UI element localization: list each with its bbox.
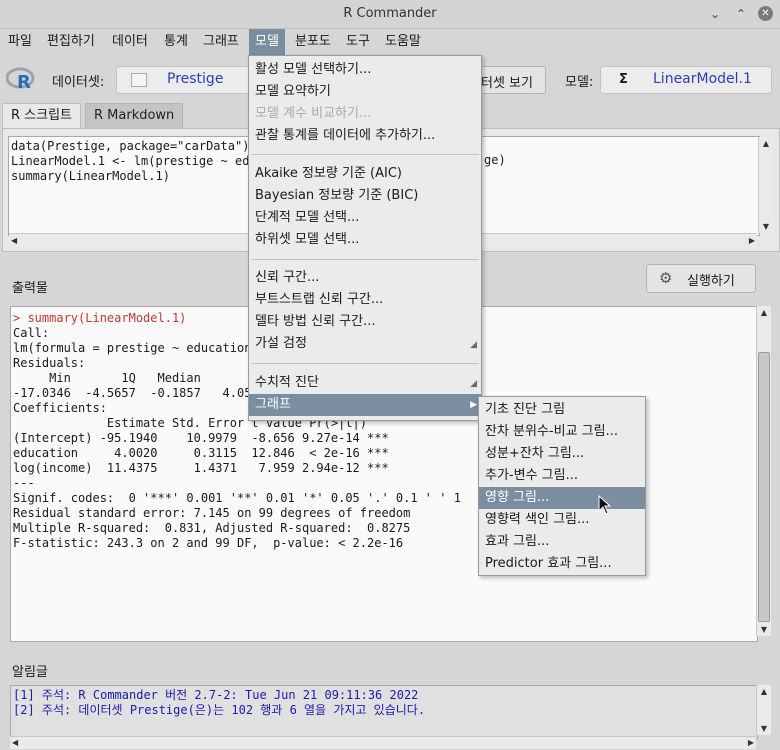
menu-separator	[251, 259, 479, 260]
minimize-icon[interactable]: ⌄	[708, 7, 722, 21]
submenu-arrow-icon: ▶	[470, 400, 477, 410]
menu-help[interactable]: 도움말	[379, 29, 427, 55]
model-label: 모델:	[565, 75, 594, 90]
submenu-item-influence-plot[interactable]: 영향 그림...	[479, 487, 645, 509]
window-title: R Commander	[343, 6, 437, 21]
submenu-item-added-variable-plots[interactable]: 추가-변수 그림...	[479, 465, 645, 487]
menu-file[interactable]: 파일	[2, 29, 38, 55]
dataset-button[interactable]: Prestige	[116, 66, 252, 94]
menu-item-aic[interactable]: Akaike 정보량 기준 (AIC)	[249, 163, 481, 185]
svg-text:R: R	[17, 72, 31, 92]
menu-bar: 파일 편집하기 데이터 통계 그래프 모델 분포도 도구 도움말	[0, 29, 780, 55]
menu-item-add-observation-stats[interactable]: 관찰 통계를 데이터에 추가하기...	[249, 125, 481, 147]
menu-edit[interactable]: 편집하기	[41, 29, 101, 55]
submenu-item-component-residual-plots[interactable]: 성분+잔차 그림...	[479, 443, 645, 465]
menu-distributions[interactable]: 분포도	[289, 29, 337, 55]
menu-item-stepwise-selection[interactable]: 단계적 모델 선택...	[249, 207, 481, 229]
output-scroll-thumb[interactable]	[758, 352, 770, 622]
message-line-1: [1] 주석: R Commander 버전 2.7-2: Tue Jun 21…	[13, 688, 419, 702]
scroll-left-icon[interactable]: ◀	[12, 738, 18, 747]
title-bar: R Commander ⌄ ⌃ ✕	[0, 0, 780, 29]
menu-item-subset-selection[interactable]: 하위셋 모델 선택...	[249, 229, 481, 251]
scroll-up-icon[interactable]: ▲	[757, 308, 771, 317]
close-icon[interactable]: ✕	[758, 6, 773, 21]
menu-item-compare-coefficients: 모델 계수 비교하기...	[255, 106, 372, 121]
message-line-2: [2] 주석: 데이터셋 Prestige(은)는 102 행과 6 열을 가지…	[13, 703, 426, 717]
submenu-item-predictor-effect-plots[interactable]: Predictor 효과 그림...	[479, 553, 645, 575]
table-icon	[131, 73, 147, 87]
submenu-item-residual-qq-plot[interactable]: 잔차 분위수-비교 그림...	[479, 421, 645, 443]
model-button[interactable]: Σ LinearModel.1	[600, 66, 772, 94]
scroll-down-icon[interactable]: ▼	[757, 625, 771, 634]
graphs-submenu: 기초 진단 그림 잔차 분위수-비교 그림... 성분+잔차 그림... 추가-…	[478, 396, 646, 576]
menu-item-label: 가설 검정	[255, 336, 307, 351]
submenu-item-basic-diagnostic-plots[interactable]: 기초 진단 그림	[479, 399, 645, 421]
dataset-label: 데이터셋:	[52, 75, 105, 90]
submenu-item-effect-plots[interactable]: 효과 그림...	[479, 531, 645, 553]
menu-item-label: 그래프	[255, 397, 291, 412]
run-button[interactable]: ⚙ 실행하기	[646, 264, 756, 293]
menu-statistics[interactable]: 통계	[158, 29, 194, 55]
run-button-label: 실행하기	[687, 274, 735, 289]
submenu-arrow-icon: ◢	[470, 379, 477, 389]
messages-label: 알림글	[12, 665, 48, 680]
sigma-icon: Σ	[619, 72, 628, 87]
menu-separator	[251, 154, 479, 155]
menu-item-bic[interactable]: Bayesian 정보량 기준 (BIC)	[249, 185, 481, 207]
scroll-down-icon[interactable]: ▼	[757, 724, 771, 733]
r-logo-icon: R	[5, 66, 36, 93]
menu-separator	[251, 363, 479, 364]
scroll-right-icon[interactable]: ▶	[749, 236, 755, 245]
menu-item-label: 수치적 진단	[255, 375, 319, 390]
maximize-icon[interactable]: ⌃	[734, 7, 748, 21]
scroll-up-icon[interactable]: ▲	[757, 687, 771, 696]
scroll-up-icon[interactable]: ▲	[759, 139, 773, 148]
submenu-item-influence-index-plot[interactable]: 영향력 색인 그림...	[479, 509, 645, 531]
messages-hscrollbar[interactable]: ◀ ▶	[10, 736, 756, 749]
menu-item-graphs[interactable]: 그래프 ▶	[249, 394, 481, 416]
menu-item-delta-method-ci[interactable]: 델타 방법 신뢰 구간...	[249, 311, 481, 333]
scroll-left-icon[interactable]: ◀	[11, 236, 17, 245]
messages-vscrollbar[interactable]: ▲ ▼	[756, 685, 771, 735]
menu-models[interactable]: 모델	[249, 29, 285, 55]
dataset-value: Prestige	[167, 71, 224, 87]
mouse-cursor-icon	[598, 494, 612, 519]
output-vscrollbar[interactable]: ▲ ▼	[756, 306, 771, 636]
menu-item-summarize-model[interactable]: 모델 요약하기	[249, 81, 481, 103]
submenu-arrow-icon: ◢	[470, 340, 477, 350]
menu-item-confidence-intervals[interactable]: 신뢰 구간...	[249, 267, 481, 289]
menu-item-select-active-model[interactable]: 활성 모델 선택하기...	[249, 59, 481, 81]
script-vscrollbar[interactable]: ▲ ▼	[758, 137, 773, 233]
menu-item-hypothesis-tests[interactable]: 가설 검정 ◢	[249, 333, 481, 355]
script-line-2-tail: ge)	[484, 153, 506, 167]
menu-graphs[interactable]: 그래프	[197, 29, 245, 55]
models-menu: 활성 모델 선택하기... 모델 요약하기 모델 계수 비교하기... 관찰 통…	[248, 55, 482, 421]
scroll-right-icon[interactable]: ▶	[748, 738, 754, 747]
scroll-down-icon[interactable]: ▼	[759, 222, 773, 231]
output-label: 출력물	[12, 281, 48, 296]
menu-tools[interactable]: 도구	[340, 29, 376, 55]
gear-icon: ⚙	[659, 269, 673, 287]
tab-r-script[interactable]: R 스크립트	[2, 103, 82, 128]
messages-pane[interactable]: [1] 주석: R Commander 버전 2.7-2: Tue Jun 21…	[10, 685, 758, 739]
menu-data[interactable]: 데이터	[106, 29, 154, 55]
menu-item-numerical-diagnostics[interactable]: 수치적 진단 ◢	[249, 372, 481, 394]
model-value: LinearModel.1	[653, 71, 752, 87]
menu-item-bootstrap-ci[interactable]: 부트스트랩 신뢰 구간...	[249, 289, 481, 311]
tab-r-markdown[interactable]: R Markdown	[85, 103, 184, 128]
view-dataset-label: 터셋 보기	[481, 76, 533, 91]
